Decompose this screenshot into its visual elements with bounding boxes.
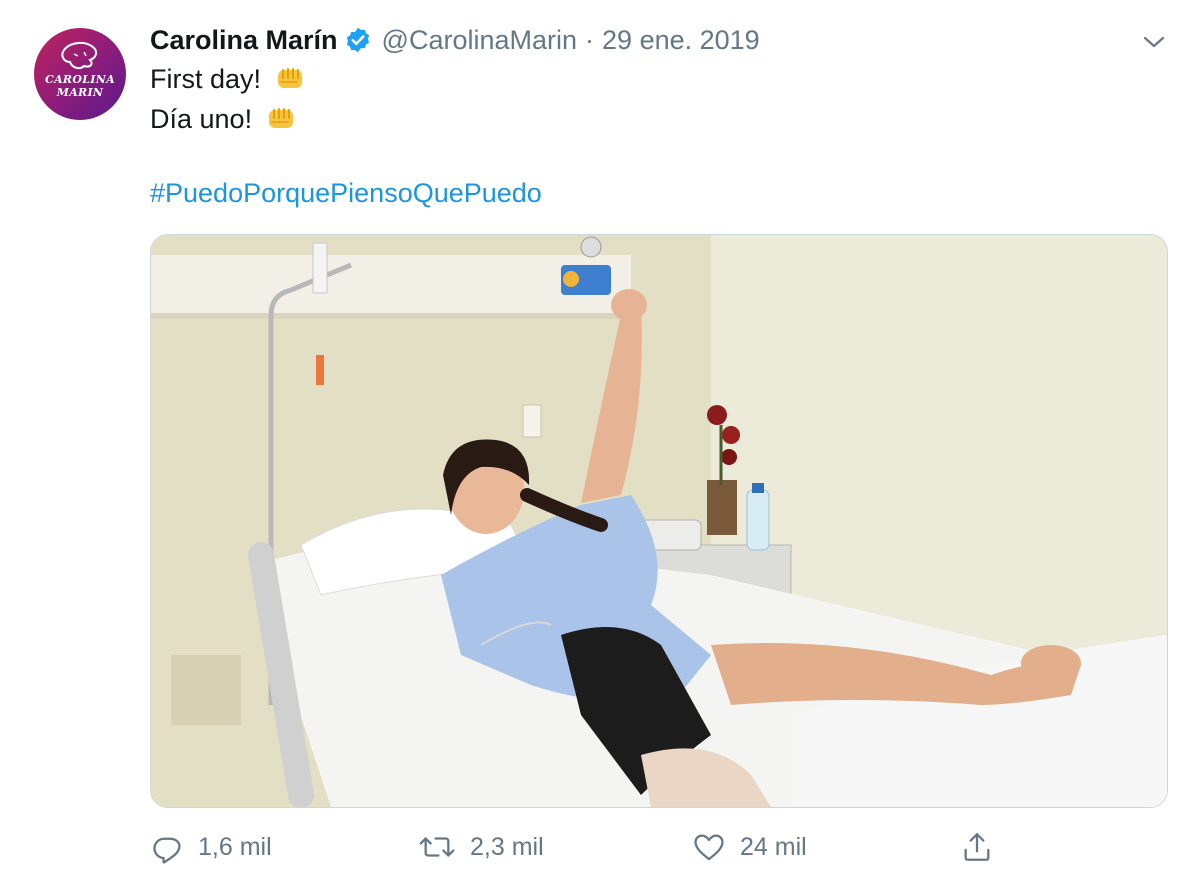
tweet-text-line2: Día uno! <box>150 104 296 135</box>
retweet-button[interactable]: 2,3 mil <box>418 830 544 864</box>
tweet-text-line2-content: Día uno! <box>150 104 253 134</box>
hospital-photo-image <box>151 235 1167 807</box>
share-button[interactable] <box>960 830 1008 864</box>
avatar-text-line1: CAROLINA <box>45 73 115 86</box>
like-button[interactable]: 24 mil <box>692 830 807 864</box>
avatar-text-line2: MARIN <box>56 86 104 99</box>
tweet-text-line1: First day! <box>150 64 305 95</box>
tweet-header: Carolina Marín @CarolinaMarin · 29 ene. … <box>150 22 760 58</box>
oncoming-fist-icon <box>277 68 302 88</box>
reply-button[interactable]: 1,6 mil <box>150 830 272 864</box>
tweet-actions: 1,6 mil 2,3 mil 24 mil <box>150 822 1168 872</box>
like-count: 24 mil <box>740 832 807 861</box>
tweet-date[interactable]: 29 ene. 2019 <box>602 25 760 56</box>
share-icon <box>964 833 990 861</box>
author-name[interactable]: Carolina Marín <box>150 25 338 56</box>
tweet-text-line1-content: First day! <box>150 64 262 94</box>
tweet[interactable]: CAROLINA MARIN Carolina Marín @CarolinaM… <box>0 0 1190 886</box>
tweet-photo[interactable] <box>150 234 1168 808</box>
retweet-icon <box>419 837 455 857</box>
reply-count: 1,6 mil <box>198 832 272 861</box>
separator-dot: · <box>585 24 595 55</box>
oncoming-fist-icon <box>268 108 293 128</box>
avatar[interactable]: CAROLINA MARIN <box>34 28 126 120</box>
verified-badge-icon <box>346 27 369 53</box>
hashtag-link[interactable]: #PuedoPorquePiensoQuePuedo <box>150 178 542 209</box>
heart-icon <box>694 834 724 861</box>
author-handle[interactable]: @CarolinaMarin <box>382 25 577 56</box>
retweet-count: 2,3 mil <box>470 832 544 861</box>
chevron-down-icon[interactable] <box>1140 30 1168 54</box>
reply-icon <box>153 837 181 864</box>
